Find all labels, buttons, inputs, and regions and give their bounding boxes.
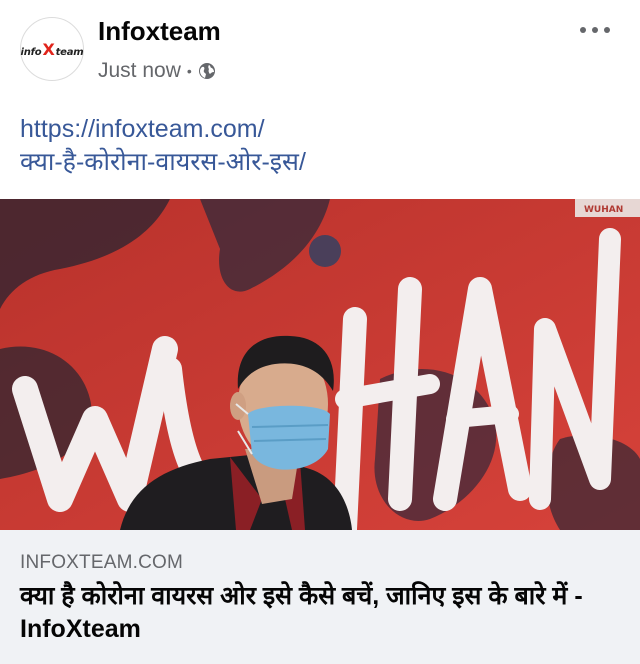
svg-text:WUHAN: WUHAN: [584, 205, 623, 215]
link-domain: INFOXTEAM.COM: [20, 552, 184, 573]
link-preview-card[interactable]: INFOXTEAM.COM क्या है कोरोना वायरस ओर इस…: [0, 530, 640, 664]
meta-separator: •: [186, 63, 192, 79]
infoxteam-logo: infoXteam: [20, 39, 84, 59]
page-name[interactable]: Infoxteam: [98, 16, 221, 47]
post-message: https://infoxteam.com/ क्या-है-कोरोना-वा…: [20, 113, 620, 179]
page-avatar[interactable]: infoXteam: [20, 17, 84, 81]
post-meta: Just now •: [98, 59, 216, 83]
post-link-url-line-1[interactable]: https://infoxteam.com/: [20, 113, 620, 146]
post-header: infoXteam Infoxteam Just now •: [0, 0, 640, 100]
globe-icon[interactable]: [198, 62, 216, 80]
post-timestamp[interactable]: Just now: [98, 59, 181, 83]
post-link-url-line-2[interactable]: क्या-है-कोरोना-वायरस-ओर-इस/: [20, 146, 620, 179]
photo-man-wearing-mask-icon: WUHAN: [0, 199, 640, 530]
link-title[interactable]: क्या है कोरोना वायरस ओर इसे कैसे बचें, ज…: [20, 580, 630, 646]
more-options-icon[interactable]: [580, 24, 610, 36]
link-preview-image[interactable]: WUHAN: [0, 199, 640, 530]
